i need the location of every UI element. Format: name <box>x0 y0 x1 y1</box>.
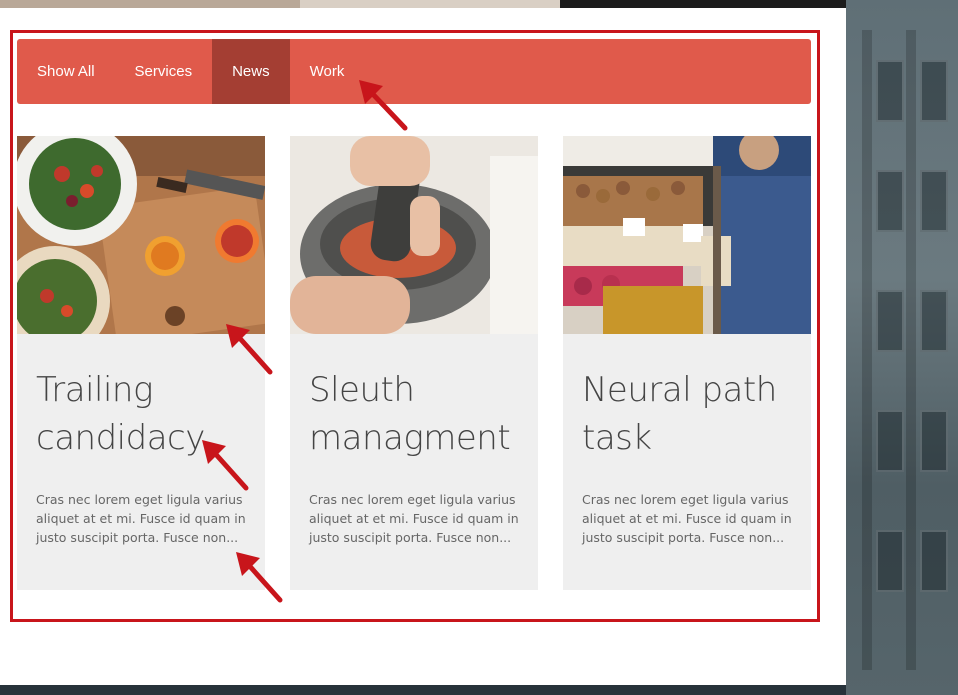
annotation-arrow-icon <box>226 324 273 375</box>
portfolio-card[interactable]: Neural path task Cras nec lorem eget lig… <box>563 136 811 590</box>
tab-work[interactable]: Work <box>290 39 365 104</box>
annotation-arrow-icon <box>202 440 249 491</box>
tab-services[interactable]: Services <box>115 39 213 104</box>
top-image-strip <box>0 0 958 8</box>
card-title[interactable]: Neural path task <box>582 366 802 462</box>
card-title[interactable]: Sleuth managment <box>309 366 529 462</box>
portfolio-card[interactable]: Sleuth managment Cras nec lorem eget lig… <box>290 136 538 590</box>
card-image-salad[interactable] <box>17 136 265 334</box>
annotation-arrow-icon <box>359 80 408 131</box>
background-building-image <box>846 0 958 695</box>
card-image-market[interactable] <box>563 136 811 334</box>
tab-show-all[interactable]: Show All <box>17 39 115 104</box>
card-image-mortar[interactable] <box>290 136 538 334</box>
card-excerpt: Cras nec lorem eget ligula varius alique… <box>582 492 792 545</box>
card-excerpt: Cras nec lorem eget ligula varius alique… <box>309 492 519 545</box>
tab-news[interactable]: News <box>212 39 290 104</box>
card-excerpt: Cras nec lorem eget ligula varius alique… <box>36 492 246 545</box>
annotation-arrow-icon <box>236 552 283 603</box>
footer-strip <box>0 685 846 695</box>
